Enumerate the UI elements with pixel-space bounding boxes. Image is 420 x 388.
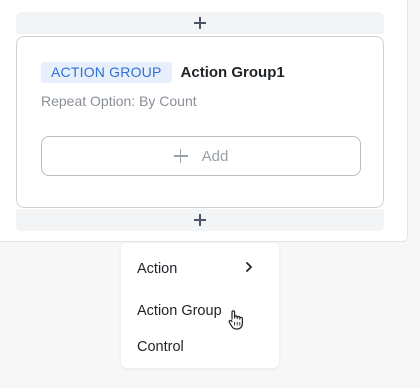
repeat-option-text: Repeat Option: By Count [41, 93, 197, 109]
menu-item-control[interactable]: Control [137, 339, 184, 355]
menu-item-action-group[interactable]: Action Group [137, 303, 222, 319]
action-group-card[interactable]: ACTION GROUP Action Group1 Repeat Option… [16, 36, 384, 208]
add-button-label: Add [201, 147, 229, 165]
plus-icon [194, 17, 206, 29]
action-group-header: ACTION GROUP Action Group1 [41, 62, 285, 83]
plus-icon [194, 214, 206, 226]
hand-cursor-icon [228, 310, 243, 330]
insert-below-button[interactable] [16, 209, 384, 231]
plus-icon [173, 149, 188, 163]
menu-item-action[interactable]: Action [137, 261, 177, 277]
chevron-right-icon [246, 262, 252, 272]
insert-menu: Action Action Group Control [121, 243, 279, 368]
insert-above-button[interactable] [16, 12, 384, 34]
add-button[interactable]: Add [41, 136, 361, 176]
action-group-badge: ACTION GROUP [41, 62, 172, 83]
action-group-title[interactable]: Action Group1 [181, 64, 285, 81]
flow-canvas: ACTION GROUP Action Group1 Repeat Option… [0, 0, 408, 242]
